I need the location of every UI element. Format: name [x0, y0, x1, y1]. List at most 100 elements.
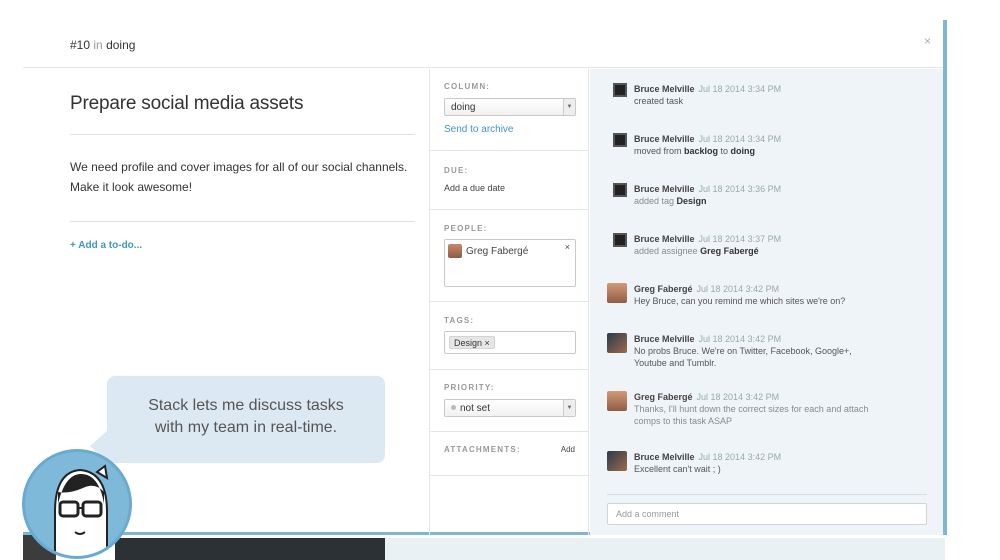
- remove-tag-icon[interactable]: ×: [485, 338, 490, 348]
- column-label: COLUMN:: [444, 82, 491, 91]
- priority-select[interactable]: not set ▼: [444, 399, 576, 417]
- activity-time: Jul 18 2014 3:42 PM: [698, 334, 782, 344]
- activity-tag-name: Design: [676, 196, 707, 206]
- activity-from-column: backlog: [684, 146, 719, 156]
- bubble-line: with my team in real-time.: [154, 419, 338, 436]
- greg-avatar-icon: [607, 283, 627, 303]
- task-description[interactable]: We need profile and cover images for all…: [70, 157, 407, 197]
- activity-comment: No probs Bruce. We're on Twitter, Facebo…: [634, 346, 852, 368]
- task-in-word: in: [93, 38, 103, 52]
- activity-text: to: [718, 146, 731, 156]
- task-meta-panel: COLUMN: doing ▼ Send to archive DUE: Add…: [429, 69, 589, 535]
- activity-text: created task: [634, 96, 684, 106]
- due-section: DUE: Add a due date: [430, 151, 589, 210]
- activity-time: Jul 18 2014 3:42 PM: [696, 284, 780, 294]
- task-reference: #10 in doing: [70, 38, 135, 52]
- activity-author[interactable]: Bruce Melville: [634, 134, 695, 144]
- attachments-label: ATTACHMENTS:: [444, 445, 521, 454]
- avatar: [448, 244, 462, 258]
- greg-avatar-icon: [607, 391, 627, 411]
- activity-feed: Bruce Melville Jul 18 2014 3:34 PM create…: [590, 69, 943, 535]
- people-field[interactable]: Greg Fabergé ×: [444, 239, 576, 287]
- tag-label: Design: [454, 338, 483, 348]
- divider: [70, 221, 415, 222]
- tags-label: TAGS:: [444, 316, 475, 325]
- activity-body: moved from backlog to doing: [634, 145, 924, 157]
- activity-body: added tag Design: [634, 195, 924, 207]
- background-strip-dark: [115, 538, 385, 560]
- activity-text: moved from: [634, 146, 685, 156]
- bruce-avatar-icon: [613, 133, 627, 147]
- activity-comment: Excellent can't wait ; ): [634, 464, 721, 474]
- activity-author[interactable]: Greg Fabergé: [634, 392, 693, 402]
- column-select-value: doing: [451, 102, 476, 113]
- activity-header: Greg Fabergé Jul 18 2014 3:42 PM: [634, 391, 779, 403]
- activity-comment: Thanks, I'll hunt down the correct sizes…: [634, 404, 869, 426]
- column-section: COLUMN: doing ▼ Send to archive: [430, 69, 589, 151]
- activity-header: Bruce Melville Jul 18 2014 3:36 PM: [634, 183, 781, 195]
- person-name: Greg Fabergé: [466, 246, 529, 257]
- chevron-down-icon: ▼: [563, 400, 575, 416]
- divider: [607, 494, 927, 495]
- activity-author[interactable]: Bruce Melville: [634, 452, 695, 462]
- activity-author[interactable]: Bruce Melville: [634, 84, 695, 94]
- activity-header: Bruce Melville Jul 18 2014 3:34 PM: [634, 133, 781, 145]
- bruce-avatar-icon: [613, 233, 627, 247]
- bubble-text: Stack lets me discuss tasks with my team…: [107, 395, 385, 439]
- activity-author[interactable]: Greg Fabergé: [634, 284, 693, 294]
- activity-author[interactable]: Bruce Melville: [634, 184, 695, 194]
- activity-text: added tag: [634, 196, 677, 206]
- activity-author[interactable]: Bruce Melville: [634, 334, 695, 344]
- activity-time: Jul 18 2014 3:42 PM: [698, 452, 782, 462]
- task-title[interactable]: Prepare social media assets: [70, 93, 303, 115]
- bruce-avatar-icon: [607, 451, 627, 471]
- send-to-archive-link[interactable]: Send to archive: [444, 124, 514, 135]
- activity-header: Bruce Melville Jul 18 2014 3:42 PM: [634, 451, 781, 463]
- attachments-section: ATTACHMENTS: Add: [430, 432, 589, 476]
- bruce-avatar-icon: [613, 183, 627, 197]
- task-number: #10: [70, 38, 91, 52]
- description-line: We need profile and cover images for all…: [70, 160, 408, 174]
- people-label: PEOPLE:: [444, 224, 488, 233]
- comment-input[interactable]: [607, 503, 927, 525]
- due-label: DUE:: [444, 166, 469, 175]
- activity-header: Bruce Melville Jul 18 2014 3:34 PM: [634, 83, 781, 95]
- add-attachment-link[interactable]: Add: [561, 445, 575, 454]
- bruce-avatar-icon: [607, 333, 627, 353]
- activity-time: Jul 18 2014 3:36 PM: [698, 184, 782, 194]
- activity-time: Jul 18 2014 3:34 PM: [698, 84, 782, 94]
- bruce-avatar-icon: [613, 83, 627, 97]
- activity-comment: Hey Bruce, can you remind me which sites…: [634, 296, 846, 306]
- tag-chip[interactable]: Design ×: [449, 336, 495, 349]
- column-select[interactable]: doing ▼: [444, 98, 576, 116]
- activity-text: added assignee: [634, 246, 701, 256]
- activity-to-column: doing: [730, 146, 756, 156]
- activity-body: added assignee Greg Fabergé: [634, 245, 924, 257]
- background-strip-light: [385, 538, 945, 560]
- activity-author[interactable]: Bruce Melville: [634, 234, 695, 244]
- chevron-down-icon: ▼: [563, 99, 575, 115]
- description-line: Make it look awesome!: [70, 180, 193, 194]
- close-icon[interactable]: ×: [924, 34, 931, 48]
- speech-bubble: Stack lets me discuss tasks with my team…: [107, 376, 385, 463]
- activity-time: Jul 18 2014 3:42 PM: [696, 392, 780, 402]
- activity-header: Greg Fabergé Jul 18 2014 3:42 PM: [634, 283, 779, 295]
- activity-header: Bruce Melville Jul 18 2014 3:37 PM: [634, 233, 781, 245]
- divider: [70, 134, 415, 135]
- priority-label: PRIORITY:: [444, 383, 495, 392]
- task-column-name: doing: [106, 38, 136, 52]
- priority-dot-icon: [451, 405, 456, 410]
- tags-field[interactable]: Design ×: [444, 331, 576, 354]
- activity-header: Bruce Melville Jul 18 2014 3:42 PM: [634, 333, 781, 345]
- activity-time: Jul 18 2014 3:34 PM: [698, 134, 782, 144]
- modal-header: #10 in doing ×: [23, 20, 943, 68]
- priority-select-value: not set: [460, 403, 491, 414]
- add-due-date-link[interactable]: Add a due date: [444, 183, 505, 193]
- bubble-line: Stack lets me discuss tasks: [148, 397, 344, 414]
- activity-assignee-name: Greg Fabergé: [700, 246, 759, 256]
- remove-person-icon[interactable]: ×: [565, 242, 570, 252]
- illustrated-avatar-icon: [22, 449, 132, 559]
- activity-body: created task: [634, 95, 924, 107]
- add-todo-link[interactable]: + Add a to-do...: [70, 240, 142, 251]
- priority-section: PRIORITY: not set ▼: [430, 370, 589, 432]
